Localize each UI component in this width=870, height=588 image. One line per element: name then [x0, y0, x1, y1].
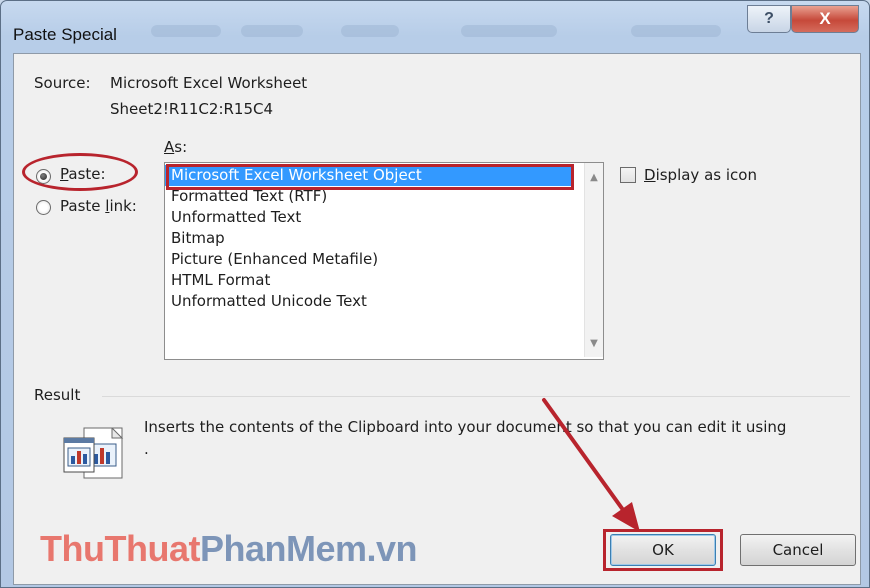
title-bar[interactable]: Paste Special ? X: [1, 1, 869, 49]
display-as-icon-checkbox[interactable]: [620, 167, 636, 183]
blurred-ribbon-tab: [241, 25, 303, 37]
blurred-ribbon-tab: [461, 25, 557, 37]
blurred-ribbon-tab: [631, 25, 721, 37]
dialog-title: Paste Special: [13, 25, 117, 44]
list-item-excel-worksheet-object[interactable]: Microsoft Excel Worksheet Object: [165, 165, 571, 186]
dialog-body: Source: Microsoft Excel Worksheet Sheet2…: [13, 53, 861, 585]
display-as-icon-label[interactable]: Display as icon: [644, 166, 757, 184]
close-icon: X: [819, 9, 831, 28]
list-item-html-format[interactable]: HTML Format: [165, 270, 571, 291]
list-item-unformatted-text[interactable]: Unformatted Text: [165, 207, 571, 228]
result-divider: [102, 396, 850, 397]
list-item-bitmap[interactable]: Bitmap: [165, 228, 571, 249]
result-description-continuation: .: [144, 440, 149, 458]
clipboard-chart-icon: [63, 427, 124, 479]
blurred-ribbon-tab: [341, 25, 399, 37]
list-item-formatted-text-rtf[interactable]: Formatted Text (RTF): [165, 186, 571, 207]
scroll-down-icon[interactable]: ▼: [585, 335, 603, 353]
blurred-ribbon-tab: [151, 25, 221, 37]
cancel-button[interactable]: Cancel: [740, 534, 856, 566]
watermark-logo: ThuThuatPhanMem.vn: [40, 528, 418, 569]
ok-button[interactable]: OK: [610, 534, 716, 566]
source-value: Microsoft Excel Worksheet: [110, 74, 308, 92]
list-item-unformatted-unicode-text[interactable]: Unformatted Unicode Text: [165, 291, 571, 312]
listbox-scrollbar[interactable]: ▲ ▼: [584, 163, 603, 357]
paste-radio-label[interactable]: Paste:: [60, 165, 106, 183]
list-item-picture-enhanced-metafile[interactable]: Picture (Enhanced Metafile): [165, 249, 571, 270]
source-range: Sheet2!R11C2:R15C4: [110, 100, 274, 118]
paste-link-radio[interactable]: [36, 200, 51, 215]
source-label: Source:: [34, 74, 91, 92]
paste-special-dialog: Paste Special ? X Source: Microsoft Exce…: [0, 0, 870, 588]
result-description: Inserts the contents of the Clipboard in…: [144, 418, 787, 436]
scroll-up-icon[interactable]: ▲: [585, 169, 603, 187]
as-label: As:: [164, 138, 188, 156]
paste-link-radio-label[interactable]: Paste link:: [60, 197, 137, 215]
help-icon: ?: [764, 10, 774, 27]
as-format-listbox[interactable]: Microsoft Excel Worksheet Object Formatt…: [164, 162, 604, 360]
paste-radio[interactable]: [36, 169, 51, 184]
help-button[interactable]: ?: [747, 5, 791, 33]
result-label: Result: [34, 386, 81, 404]
close-button[interactable]: X: [791, 5, 859, 33]
